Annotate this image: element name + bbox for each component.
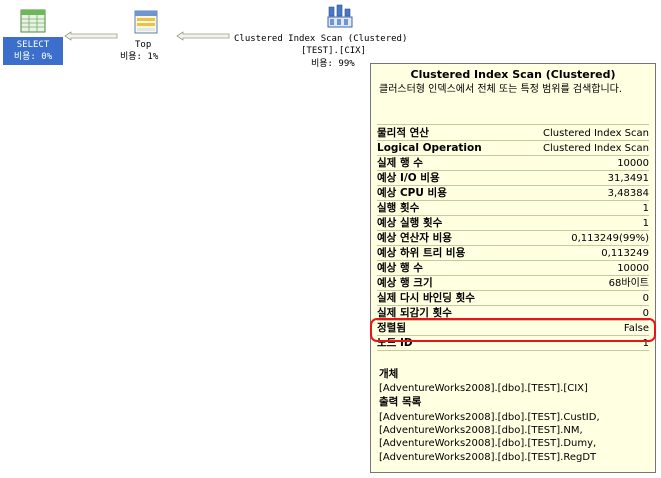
property-key: 물리적 연산 <box>377 127 429 139</box>
output-list-item: [AdventureWorks2008].[dbo].[TEST].Dumy, <box>379 438 597 449</box>
tooltip-description: 클러스터형 인덱스에서 전체 또는 특정 범위를 검색합니다. <box>379 84 623 95</box>
flow-arrow-top-to-select <box>64 31 118 41</box>
property-row: 예상 행 크기 68바이트 <box>377 276 649 291</box>
property-key: Logical Operation <box>377 142 482 154</box>
property-row: 물리적 연산 Clustered Index Scan <box>377 126 649 141</box>
flow-arrow-scan-to-top <box>176 31 230 41</box>
property-row: Logical Operation Clustered Index Scan <box>377 141 649 156</box>
output-list-item: [AdventureWorks2008].[dbo].[TEST].CustID… <box>379 412 600 423</box>
property-row: 예상 실행 횟수 1 <box>377 216 649 231</box>
property-row: 예상 I/O 비용 31,3491 <box>377 171 649 186</box>
property-key: 실제 행 수 <box>377 157 423 169</box>
property-value: 0,113249 <box>601 248 649 259</box>
property-value: 31,3491 <box>607 173 649 184</box>
scan-node-label: Clustered Index Scan (Clustered) <box>234 34 408 44</box>
property-row: 실행 횟수 1 <box>377 201 649 216</box>
property-key: 예상 실행 횟수 <box>377 217 443 229</box>
property-value: 10000 <box>617 158 649 169</box>
select-node-label: SELECT <box>16 40 50 50</box>
property-value: Clustered Index Scan <box>543 143 649 154</box>
property-row: 예상 하위 트리 비용 0,113249 <box>377 246 649 261</box>
property-value: 3,48384 <box>607 188 649 199</box>
property-key: 예상 I/O 비용 <box>377 172 440 184</box>
property-value: 1 <box>642 203 649 214</box>
object-header: 개체 <box>379 368 399 380</box>
tooltip-title: Clustered Index Scan (Clustered) <box>410 68 616 81</box>
output-list-item: [AdventureWorks2008].[dbo].[TEST].RegDT <box>379 452 597 463</box>
property-row: 실제 다시 바인딩 횟수 0 <box>377 291 649 306</box>
property-value: 0 <box>642 293 649 304</box>
property-value: 1 <box>642 218 649 229</box>
property-key: 예상 행 크기 <box>377 277 433 289</box>
property-value: 0,113249(99%) <box>571 233 649 244</box>
property-value: Clustered Index Scan <box>543 128 649 139</box>
property-key: 예상 연산자 비용 <box>377 232 452 244</box>
top-icon[interactable] <box>134 10 158 34</box>
tooltip-divider <box>377 124 649 125</box>
scan-node-cost: 비용: 99% <box>311 59 355 69</box>
property-key: 예상 행 수 <box>377 262 423 274</box>
property-row: 예상 CPU 비용 3,48384 <box>377 186 649 201</box>
property-key: 예상 CPU 비용 <box>377 187 447 199</box>
scan-node-object: [TEST].[CIX] <box>301 46 367 56</box>
property-value: 68바이트 <box>608 278 649 289</box>
property-row: 예상 행 수 10000 <box>377 261 649 276</box>
highlight-ordered-row <box>370 318 656 342</box>
operator-tooltip: Clustered Index Scan (Clustered) 클러스터형 인… <box>370 63 656 473</box>
select-icon[interactable] <box>20 9 46 33</box>
property-key: 실제 다시 바인딩 횟수 <box>377 292 475 304</box>
property-row: 예상 연산자 비용 0,113249(99%) <box>377 231 649 246</box>
output-list-item: [AdventureWorks2008].[dbo].[TEST].NM, <box>379 425 583 436</box>
top-node-label: Top <box>135 40 152 50</box>
property-value: 10000 <box>617 263 649 274</box>
output-list-header: 출력 목록 <box>379 396 422 408</box>
property-row: 실제 행 수 10000 <box>377 156 649 171</box>
object-value: [AdventureWorks2008].[dbo].[TEST].[CIX] <box>379 383 588 394</box>
property-key: 실행 횟수 <box>377 202 420 214</box>
clustered-index-scan-icon[interactable] <box>326 3 354 29</box>
top-node-cost: 비용: 1% <box>120 52 159 62</box>
tooltip-divider <box>377 350 649 351</box>
select-node-cost: 비용: 0% <box>13 52 53 62</box>
property-key: 예상 하위 트리 비용 <box>377 247 466 259</box>
